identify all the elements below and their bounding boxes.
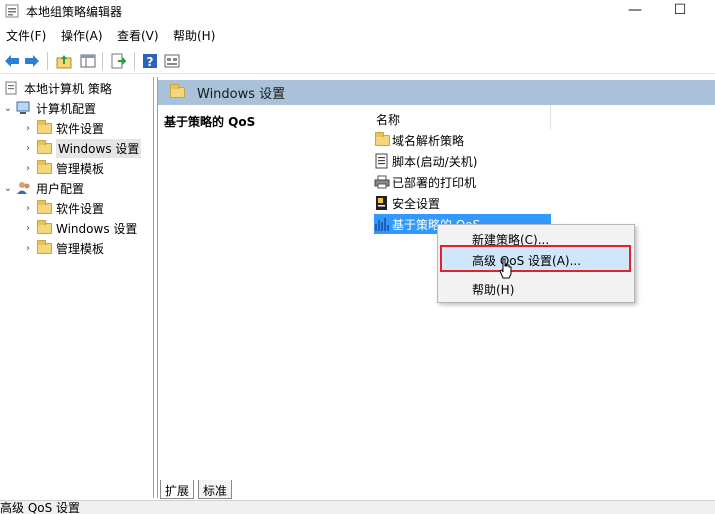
tab-standard[interactable]: 标准 (198, 480, 233, 499)
tab-extended[interactable]: 扩展 (160, 480, 195, 499)
tree-item-local-policy[interactable]: 本地计算机 策略 (2, 78, 112, 98)
tree-label: 计算机配置 (36, 101, 97, 116)
list-item-label: 域名解析策略 (392, 133, 465, 148)
pane-header: Windows 设置 (158, 80, 715, 105)
list-item-label: 脚本(启动/关机) (392, 154, 478, 169)
tree-label: Windows 设置 (56, 221, 138, 236)
view-tabs: 扩展 标准 (157, 480, 715, 500)
user-icon (16, 181, 32, 195)
app-icon (5, 4, 19, 18)
tree-label: 软件设置 (56, 201, 105, 216)
chevron-right-icon[interactable]: › (22, 243, 34, 254)
list-item-dns-policy[interactable]: 域名解析策略 (374, 130, 464, 150)
chevron-down-icon[interactable]: ⌄ (2, 103, 14, 114)
status-bar: 高级 QoS 设置 (0, 500, 715, 514)
toolbar: ? (0, 48, 715, 74)
svg-text:?: ? (147, 55, 154, 69)
menu-item-advanced-qos[interactable]: 高级 QoS 设置(A)... (472, 252, 581, 269)
tree-item-admin-templates[interactable]: › 管理模板 (22, 158, 104, 178)
up-folder-icon[interactable] (54, 51, 74, 71)
console-tree: 本地计算机 策略 ⌄ 计算机配置 › 软件设置 › Windows 设置 › 管… (0, 77, 154, 498)
script-icon (374, 153, 390, 169)
folder-icon (36, 219, 52, 235)
menu-help[interactable]: 帮助(H) (173, 27, 215, 44)
mouse-cursor-icon (499, 258, 512, 279)
menu-action[interactable]: 操作(A) (61, 27, 103, 44)
chevron-down-icon[interactable]: ⌄ (2, 183, 14, 194)
description-title: 基于策略的 QoS (164, 115, 256, 129)
tree-label: 管理模板 (56, 241, 105, 256)
tree-label: Windows 设置 (56, 138, 142, 158)
computer-policy-icon (4, 81, 20, 95)
chevron-right-icon[interactable]: › (22, 223, 34, 234)
tree-item-user-windows-settings[interactable]: › Windows 设置 (22, 218, 137, 238)
export-list-icon[interactable] (108, 51, 128, 71)
folder-icon (36, 119, 52, 135)
folder-icon (36, 199, 52, 215)
window-title: 本地组策略编辑器 (26, 5, 123, 19)
menu-bar: 文件(F) 操作(A) 查看(V) 帮助(H) (0, 24, 715, 46)
tree-item-user-admin-templates[interactable]: › 管理模板 (22, 238, 104, 258)
security-icon (374, 195, 390, 211)
tree-label: 管理模板 (56, 161, 105, 176)
folder-icon (374, 131, 390, 148)
tree-item-computer-config[interactable]: ⌄ 计算机配置 (2, 98, 96, 118)
help-icon[interactable]: ? (140, 51, 160, 71)
folder-icon (36, 139, 52, 155)
folder-icon (170, 84, 185, 98)
minimize-button[interactable]: — (612, 0, 658, 22)
tree-item-user-config[interactable]: ⌄ 用户配置 (2, 178, 84, 198)
printer-icon (374, 174, 390, 190)
tree-label: 用户配置 (36, 181, 85, 196)
tree-item-windows-settings[interactable]: › Windows 设置 (22, 138, 142, 158)
column-header-name[interactable]: 名称 (376, 105, 551, 129)
context-menu: 新建策略(C)... 高级 QoS 设置(A)... 帮助(H) (437, 224, 635, 303)
list-item-label: 安全设置 (392, 196, 441, 211)
list-item-label: 已部署的打印机 (392, 175, 477, 190)
chevron-right-icon[interactable]: › (22, 123, 34, 134)
forward-arrow-icon[interactable] (22, 51, 42, 71)
back-arrow-icon[interactable] (2, 51, 22, 71)
menu-item-help[interactable]: 帮助(H) (472, 281, 514, 298)
tree-item-user-software-settings[interactable]: › 软件设置 (22, 198, 104, 218)
list-item-scripts[interactable]: 脚本(启动/关机) (374, 151, 477, 171)
properties-icon[interactable] (162, 51, 182, 71)
chevron-right-icon[interactable]: › (22, 143, 34, 154)
list-item-printers[interactable]: 已部署的打印机 (374, 172, 476, 192)
chevron-right-icon[interactable]: › (22, 203, 34, 214)
menu-view[interactable]: 查看(V) (117, 27, 159, 44)
tree-item-software-settings[interactable]: › 软件设置 (22, 118, 104, 138)
list-item-security-settings[interactable]: 安全设置 (374, 193, 440, 213)
tree-label: 本地计算机 策略 (24, 81, 112, 96)
maximize-button[interactable]: ☐ (657, 0, 703, 22)
folder-icon (36, 239, 52, 255)
tree-label: 软件设置 (56, 121, 105, 136)
computer-icon (16, 101, 32, 115)
folder-icon (36, 159, 52, 175)
menu-file[interactable]: 文件(F) (6, 27, 46, 44)
title-bar: 本地组策略编辑器 — ☐ (0, 0, 715, 22)
chevron-right-icon[interactable]: › (22, 163, 34, 174)
pane-header-title: Windows 设置 (197, 87, 286, 102)
show-hide-tree-icon[interactable] (78, 51, 98, 71)
qos-chart-icon (374, 216, 390, 232)
